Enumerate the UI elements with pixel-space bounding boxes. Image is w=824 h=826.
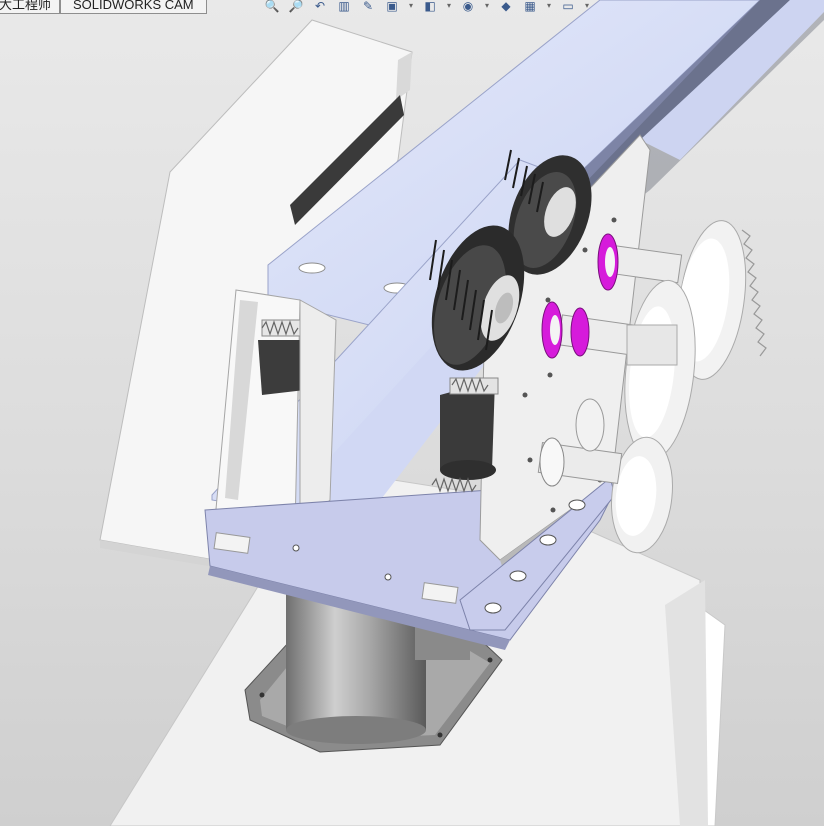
view-orientation-icon[interactable]: ▣ <box>382 0 402 12</box>
hide-show-items-icon[interactable]: ◉ <box>458 0 478 12</box>
heads-up-view-toolbar: 🔍 🔎 ↶ ▥ ✎ ▣ ▾ ◧ ▾ ◉ ▾ ◆ ▦ ▾ ▭ ▾ <box>262 0 592 14</box>
command-manager-tabs: 大工程师 SOLIDWORKS CAM <box>0 0 207 14</box>
previous-view-icon[interactable]: ↶ <box>310 0 330 12</box>
zoom-to-fit-icon[interactable]: 🔍 <box>262 0 282 12</box>
dropdown-arrow-icon[interactable]: ▾ <box>482 0 492 12</box>
dynamic-annotation-icon[interactable]: ✎ <box>358 0 378 12</box>
dropdown-arrow-icon[interactable]: ▾ <box>406 0 416 12</box>
dropdown-arrow-icon[interactable]: ▾ <box>582 0 592 12</box>
dropdown-arrow-icon[interactable]: ▾ <box>444 0 454 12</box>
edit-appearance-icon[interactable]: ◆ <box>496 0 516 12</box>
tab-solidworks-cam[interactable]: SOLIDWORKS CAM <box>60 0 207 14</box>
model-3d-view[interactable] <box>0 0 824 826</box>
apply-scene-icon[interactable]: ▦ <box>520 0 540 12</box>
dropdown-arrow-icon[interactable]: ▾ <box>544 0 554 12</box>
section-view-icon[interactable]: ▥ <box>334 0 354 12</box>
spur-gear-lower[interactable] <box>606 434 678 556</box>
graphics-viewport[interactable]: 大工程师 SOLIDWORKS CAM 🔍 🔎 ↶ ▥ ✎ ▣ ▾ ◧ ▾ ◉ ▾ ◆ ▦ ▾ ▭ ▾ <box>0 0 824 826</box>
spring-clamp[interactable] <box>431 377 499 493</box>
left-bracket[interactable] <box>214 289 337 532</box>
tab-engineer[interactable]: 大工程师 <box>0 0 61 14</box>
zoom-to-area-icon[interactable]: 🔎 <box>286 0 306 12</box>
view-settings-icon[interactable]: ▭ <box>558 0 578 12</box>
display-style-icon[interactable]: ◧ <box>420 0 440 12</box>
